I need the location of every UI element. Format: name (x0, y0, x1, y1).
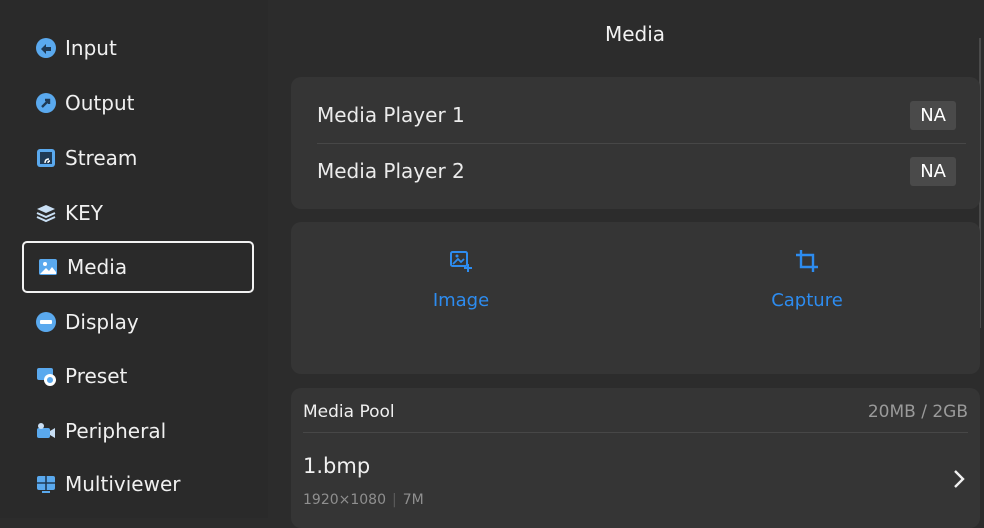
list-item[interactable]: 1.bmp 1920×1080 | 7M (291, 446, 980, 526)
sidebar-item-label: Multiviewer (65, 472, 181, 496)
file-name: 1.bmp (303, 454, 371, 478)
sidebar-item-label: KEY (65, 201, 103, 225)
sidebar-item-label: Peripheral (65, 419, 167, 443)
image-add-icon (448, 248, 474, 278)
capture-button[interactable]: Capture (727, 248, 887, 311)
sidebar-item-label: Input (65, 36, 117, 60)
media-pool-title: Media Pool (303, 402, 395, 422)
layers-icon (35, 202, 57, 224)
status-badge: NA (910, 156, 956, 186)
sidebar-item-label: Display (65, 310, 139, 334)
media-player-row[interactable]: Media Player 1 NA (317, 87, 956, 143)
file-size: 7M (402, 492, 424, 508)
display-icon (35, 311, 57, 333)
multiviewer-icon (35, 473, 57, 495)
stream-icon (35, 147, 57, 169)
page-title: Media (604, 22, 666, 46)
divider (303, 432, 968, 433)
media-player-label: Media Player 1 (317, 103, 465, 127)
image-label: Image (432, 290, 490, 311)
sidebar-item-label: Preset (65, 364, 128, 388)
sidebar-item-key[interactable]: KEY (22, 192, 254, 234)
storage-usage: 20MB / 2GB (867, 402, 968, 422)
media-player-row[interactable]: Media Player 2 NA (317, 143, 956, 199)
input-icon (35, 37, 57, 59)
image-icon (37, 256, 59, 278)
media-pool-card: Media Pool 20MB / 2GB 1.bmp 1920×1080 | 7M (291, 388, 980, 528)
file-meta: 1920×1080 | 7M (303, 492, 424, 508)
sidebar-item-preset[interactable]: Preset (22, 355, 254, 397)
media-players-card: Media Player 1 NA Media Player 2 NA (291, 77, 980, 209)
sidebar-item-multiviewer[interactable]: Multiviewer (22, 463, 254, 505)
preset-icon (35, 365, 57, 387)
status-badge: NA (910, 100, 956, 130)
sidebar-item-input[interactable]: Input (22, 27, 254, 69)
sidebar-item-output[interactable]: Output (22, 82, 254, 124)
sidebar-item-label: Media (67, 255, 128, 279)
sidebar-item-display[interactable]: Display (22, 301, 254, 343)
file-resolution: 1920×1080 (303, 492, 386, 508)
camera-icon (35, 420, 57, 442)
output-icon (35, 92, 57, 114)
sidebar-item-stream[interactable]: Stream (22, 137, 254, 179)
crop-icon (794, 248, 820, 278)
chevron-right-icon[interactable] (952, 468, 966, 494)
capture-label: Capture (771, 290, 843, 311)
sidebar-item-label: Stream (65, 146, 138, 170)
media-actions-card: Image Capture (291, 222, 980, 374)
sidebar-item-media[interactable]: Media (22, 241, 254, 293)
sidebar-item-label: Output (65, 91, 135, 115)
media-player-label: Media Player 2 (317, 159, 465, 183)
image-button[interactable]: Image (381, 248, 541, 311)
separator: | (392, 492, 397, 508)
sidebar-item-peripheral[interactable]: Peripheral (22, 410, 254, 452)
sidebar: Input Output Stream KEY Media Display Pr… (0, 0, 268, 518)
media-pool-header: Media Pool 20MB / 2GB (303, 402, 968, 422)
